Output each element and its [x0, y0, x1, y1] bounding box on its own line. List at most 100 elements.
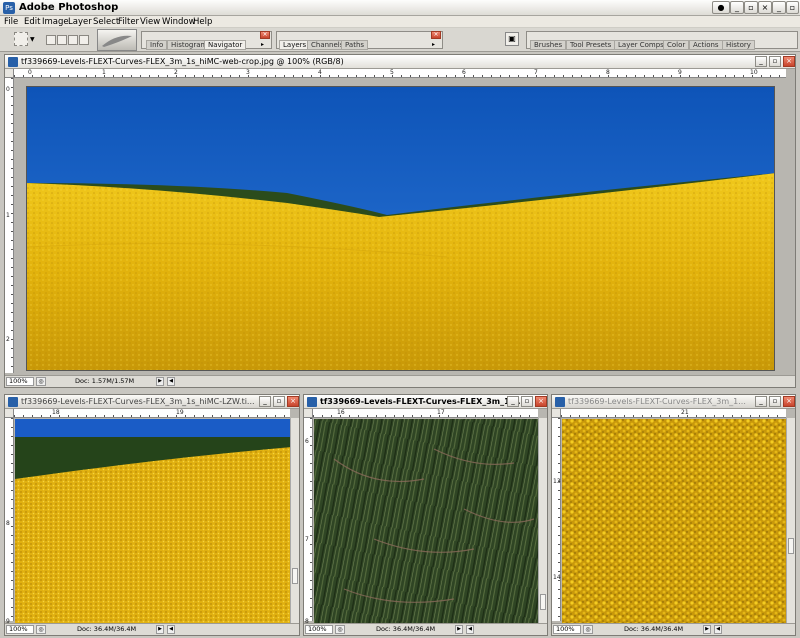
- document-size[interactable]: Doc: 36.4M/36.4M: [624, 625, 683, 634]
- zoom-icon[interactable]: ◎: [36, 377, 46, 386]
- minimize-button[interactable]: _: [507, 396, 519, 407]
- tab-brushes[interactable]: Brushes: [530, 40, 567, 50]
- palette-close-icon[interactable]: ×: [260, 31, 270, 39]
- close-button[interactable]: ×: [287, 396, 299, 407]
- zoom-field[interactable]: 100%: [6, 625, 34, 634]
- scrollbar-thumb[interactable]: [788, 538, 794, 554]
- maximize-button[interactable]: ▫: [521, 396, 533, 407]
- document-size[interactable]: Doc: 1.57M/1.57M: [75, 377, 134, 386]
- document-titlebar[interactable]: tf339669-Levels-FLEXT-Curves-FLEX_3m_1s_…: [5, 55, 795, 69]
- tab-paths[interactable]: Paths: [341, 40, 369, 50]
- document-titlebar[interactable]: tf339669-Levels-FLEXT-Curves-FLEX_3m_1s_…: [5, 395, 299, 409]
- doc-minimize-button[interactable]: _: [730, 1, 744, 14]
- help-icon[interactable]: ●: [712, 1, 730, 14]
- new-selection-icon[interactable]: [46, 35, 56, 45]
- vertical-ruler[interactable]: 8 9: [5, 418, 14, 625]
- document-size[interactable]: Doc: 36.4M/36.4M: [376, 625, 435, 634]
- palette-menu-arrow-icon[interactable]: ▸: [261, 41, 264, 48]
- document-window-2[interactable]: tf339669-Levels-FLEXT-Curves-FLEX_3m_1s_…: [4, 394, 300, 636]
- tab-info[interactable]: Info: [146, 40, 168, 50]
- scroll-left-arrow-icon[interactable]: ◀: [167, 625, 175, 634]
- ruler-origin[interactable]: [5, 409, 14, 418]
- ruler-origin[interactable]: [304, 409, 313, 418]
- menu-image[interactable]: Image: [42, 17, 69, 27]
- ruler-origin[interactable]: [5, 69, 14, 78]
- maximize-button[interactable]: ▫: [786, 1, 799, 14]
- status-menu-arrow-icon[interactable]: ▶: [156, 377, 164, 386]
- scrollbar-thumb[interactable]: [292, 568, 298, 584]
- status-menu-arrow-icon[interactable]: ▶: [455, 625, 463, 634]
- scroll-left-arrow-icon[interactable]: ◀: [714, 625, 722, 634]
- horizontal-ruler[interactable]: 21: [561, 409, 786, 418]
- marquee-tool-icon[interactable]: [14, 32, 28, 46]
- image-canvas[interactable]: [26, 86, 775, 371]
- palette-menu-arrow-icon[interactable]: ▸: [432, 41, 435, 48]
- doc-close-button[interactable]: ×: [758, 1, 772, 14]
- scroll-left-arrow-icon[interactable]: ◀: [167, 377, 175, 386]
- palette-close-icon[interactable]: ×: [431, 31, 441, 39]
- vertical-scrollbar[interactable]: [290, 418, 299, 623]
- zoom-field[interactable]: 100%: [6, 377, 34, 386]
- menu-layer[interactable]: Layer: [68, 17, 92, 27]
- tab-navigator[interactable]: Navigator: [204, 40, 247, 50]
- minimize-button[interactable]: _: [772, 1, 786, 14]
- subtract-selection-icon[interactable]: [68, 35, 78, 45]
- vertical-ruler[interactable]: 6 7 8: [304, 418, 313, 625]
- image-canvas[interactable]: [562, 419, 788, 624]
- menu-edit[interactable]: Edit: [24, 17, 40, 27]
- document-titlebar[interactable]: tf339669-Levels-FLEXT-Curves-FLEX_3m_1..…: [552, 395, 795, 409]
- close-button[interactable]: ×: [783, 396, 795, 407]
- ruler-label: 6: [305, 438, 309, 445]
- maximize-button[interactable]: ▫: [769, 396, 781, 407]
- menu-filter[interactable]: Filter: [118, 17, 139, 27]
- vertical-scrollbar[interactable]: [538, 418, 547, 623]
- minimize-button[interactable]: _: [755, 56, 767, 67]
- main-document-window[interactable]: tf339669-Levels-FLEXT-Curves-FLEX_3m_1s_…: [4, 54, 796, 388]
- image-canvas[interactable]: [15, 419, 292, 624]
- document-titlebar[interactable]: tf339669-Levels-FLEXT-Curves-FLEX_3m_1s.…: [304, 395, 547, 409]
- intersect-selection-icon[interactable]: [79, 35, 89, 45]
- tab-layers[interactable]: Layers: [279, 40, 311, 50]
- vertical-ruler[interactable]: 13 14: [552, 418, 561, 621]
- maximize-button[interactable]: ▫: [273, 396, 285, 407]
- close-button[interactable]: ×: [783, 56, 795, 67]
- zoom-icon[interactable]: ◎: [335, 625, 345, 634]
- scroll-left-arrow-icon[interactable]: ◀: [466, 625, 474, 634]
- vertical-scrollbar[interactable]: [786, 418, 795, 623]
- scrollbar-thumb[interactable]: [540, 594, 546, 610]
- add-selection-icon[interactable]: [57, 35, 67, 45]
- tab-actions[interactable]: Actions: [689, 40, 723, 50]
- zoom-field[interactable]: 100%: [553, 625, 581, 634]
- menu-select[interactable]: Select: [93, 17, 119, 27]
- zoom-field[interactable]: 100%: [305, 625, 333, 634]
- status-menu-arrow-icon[interactable]: ▶: [703, 625, 711, 634]
- tab-layer-comps[interactable]: Layer Comps: [614, 40, 668, 50]
- ruler-origin[interactable]: [552, 409, 561, 418]
- tab-history[interactable]: History: [722, 40, 755, 50]
- tab-color[interactable]: Color: [663, 40, 690, 50]
- document-window-4[interactable]: tf339669-Levels-FLEXT-Curves-FLEX_3m_1..…: [551, 394, 796, 636]
- doc-restore-button[interactable]: ▫: [744, 1, 758, 14]
- horizontal-ruler[interactable]: 18 19: [14, 409, 290, 418]
- zoom-icon[interactable]: ◎: [583, 625, 593, 634]
- tab-tool-presets[interactable]: Tool Presets: [566, 40, 616, 50]
- document-icon[interactable]: ▣: [505, 32, 519, 46]
- horizontal-ruler[interactable]: 16 17: [313, 409, 538, 418]
- document-window-3[interactable]: tf339669-Levels-FLEXT-Curves-FLEX_3m_1s.…: [303, 394, 548, 636]
- menu-file[interactable]: File: [4, 17, 18, 27]
- maximize-button[interactable]: ▫: [769, 56, 781, 67]
- minimize-button[interactable]: _: [755, 396, 767, 407]
- menu-view[interactable]: View: [140, 17, 160, 27]
- image-canvas[interactable]: [314, 419, 540, 624]
- status-menu-arrow-icon[interactable]: ▶: [156, 625, 164, 634]
- ruler-label: 7: [305, 536, 309, 543]
- menu-window[interactable]: Window: [162, 17, 196, 27]
- minimize-button[interactable]: _: [259, 396, 271, 407]
- close-button[interactable]: ×: [535, 396, 547, 407]
- document-size[interactable]: Doc: 36.4M/36.4M: [77, 625, 136, 634]
- tool-preset-dropdown-icon[interactable]: ▼: [30, 36, 35, 43]
- vertical-ruler[interactable]: 0 1 2: [5, 78, 14, 373]
- horizontal-ruler[interactable]: 0 1 2 3 4 5 6 7 8 9 10: [14, 69, 786, 78]
- zoom-icon[interactable]: ◎: [36, 625, 46, 634]
- menu-help[interactable]: Help: [193, 17, 212, 27]
